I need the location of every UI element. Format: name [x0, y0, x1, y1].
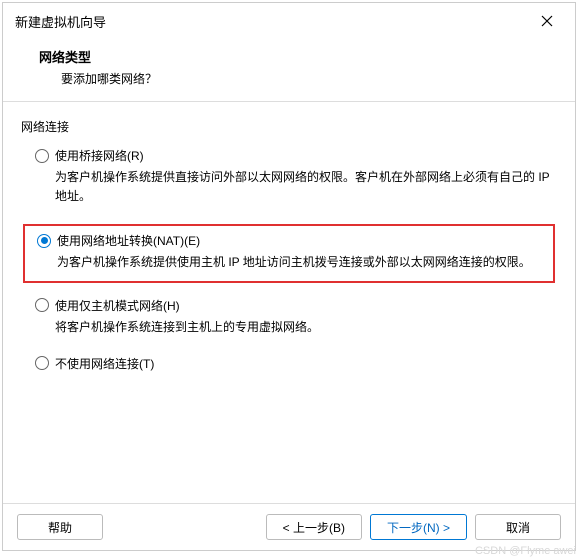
radio-label-bridged: 使用桥接网络(R): [55, 147, 144, 164]
back-button[interactable]: < 上一步(B): [266, 514, 362, 540]
wizard-header: 网络类型 要添加哪类网络？: [3, 39, 575, 102]
radio-label-hostonly: 使用仅主机模式网络(H): [55, 297, 180, 314]
content-area: 网络连接 使用桥接网络(R) 为客户机操作系统提供直接访问外部以太网网络的权限。…: [3, 102, 575, 503]
radio-label-nat: 使用网络地址转换(NAT)(E): [57, 232, 200, 249]
wizard-dialog: 新建虚拟机向导 网络类型 要添加哪类网络？ 网络连接 使用桥接网络(R) 为客户…: [2, 2, 576, 551]
close-button[interactable]: [527, 9, 567, 33]
page-title: 网络类型: [39, 47, 557, 66]
radio-hostonly[interactable]: 使用仅主机模式网络(H): [35, 297, 557, 314]
close-icon: [541, 15, 553, 27]
option-nat: 使用网络地址转换(NAT)(E) 为客户机操作系统提供使用主机 IP 地址访问主…: [23, 224, 555, 282]
radio-icon: [35, 149, 49, 163]
radio-icon: [37, 234, 51, 248]
group-label: 网络连接: [21, 118, 557, 135]
help-button[interactable]: 帮助: [17, 514, 103, 540]
desc-hostonly: 将客户机操作系统连接到主机上的专用虚拟网络。: [55, 318, 557, 337]
radio-label-none: 不使用网络连接(T): [55, 355, 154, 372]
desc-bridged: 为客户机操作系统提供直接访问外部以太网网络的权限。客户机在外部网络上必须有自己的…: [55, 168, 557, 206]
next-button[interactable]: 下一步(N) >: [370, 514, 467, 540]
option-bridged: 使用桥接网络(R) 为客户机操作系统提供直接访问外部以太网网络的权限。客户机在外…: [21, 147, 557, 206]
desc-nat: 为客户机操作系统提供使用主机 IP 地址访问主机拨号连接或外部以太网网络连接的权…: [57, 253, 543, 272]
radio-none[interactable]: 不使用网络连接(T): [35, 355, 557, 372]
radio-icon: [35, 356, 49, 370]
radio-icon: [35, 298, 49, 312]
radio-nat[interactable]: 使用网络地址转换(NAT)(E): [37, 232, 543, 249]
option-hostonly: 使用仅主机模式网络(H) 将客户机操作系统连接到主机上的专用虚拟网络。: [21, 297, 557, 337]
dialog-title: 新建虚拟机向导: [15, 12, 106, 31]
page-subtitle: 要添加哪类网络？: [61, 70, 557, 87]
option-none: 不使用网络连接(T): [21, 355, 557, 372]
radio-bridged[interactable]: 使用桥接网络(R): [35, 147, 557, 164]
cancel-button[interactable]: 取消: [475, 514, 561, 540]
button-bar: 帮助 < 上一步(B) 下一步(N) > 取消: [3, 503, 575, 550]
titlebar: 新建虚拟机向导: [3, 3, 575, 39]
